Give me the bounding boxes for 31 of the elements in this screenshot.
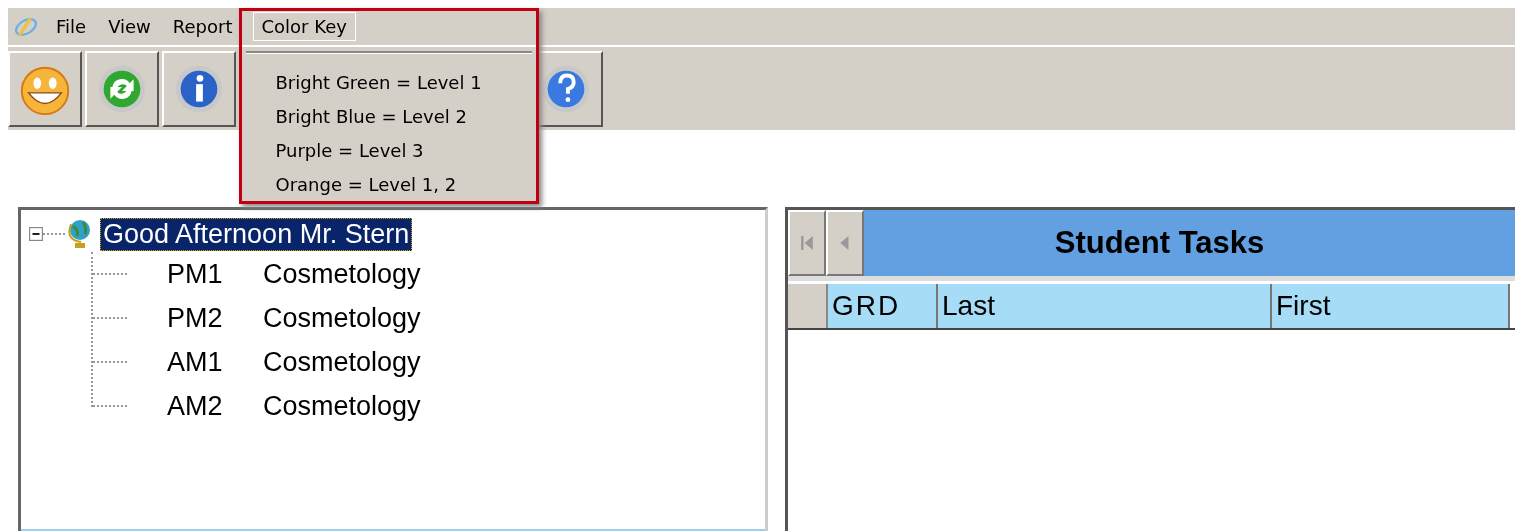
menu-item[interactable]: View — [100, 13, 159, 40]
info-button[interactable] — [162, 50, 236, 127]
class-name[interactable]: Cosmetology — [263, 258, 421, 290]
row-selector-header — [788, 284, 828, 328]
menu-entry[interactable]: Bright Blue = Level 2 — [241, 102, 536, 136]
column-header[interactable]: Last — [938, 284, 1272, 328]
globe-icon — [67, 218, 93, 250]
class-code[interactable]: PM2 — [167, 302, 263, 334]
grid-title: Student Tasks — [1054, 225, 1265, 261]
class-name[interactable]: Cosmetology — [263, 390, 421, 422]
class-name[interactable]: Cosmetology — [263, 302, 421, 334]
first-record-button[interactable] — [788, 210, 826, 276]
first-icon — [800, 233, 814, 253]
class-code[interactable]: PM1 — [167, 258, 263, 290]
previous-record-button[interactable] — [826, 210, 864, 276]
tree-root-label[interactable]: Good Afternoon Mr. Stern — [100, 217, 413, 251]
class-name[interactable]: Cosmetology — [263, 346, 421, 378]
smiley-button[interactable] — [8, 50, 82, 127]
menu-item[interactable]: Color Key — [252, 12, 356, 41]
class-code[interactable]: AM2 — [167, 390, 263, 422]
menu-entry[interactable]: Bright Green = Level 1 — [241, 68, 536, 102]
column-header[interactable]: GRD — [828, 284, 938, 328]
menu-item[interactable]: Report — [164, 13, 241, 40]
menu-item[interactable]: File — [48, 13, 95, 40]
previous-icon — [838, 233, 852, 253]
column-header[interactable]: First — [1272, 284, 1510, 328]
menu-entry[interactable]: Orange = Level 1, 2 — [241, 170, 536, 204]
collapse-icon[interactable] — [29, 227, 43, 241]
menu-entry[interactable]: Purple = Level 3 — [241, 136, 536, 170]
refresh-button[interactable] — [85, 50, 159, 127]
class-code[interactable]: AM1 — [167, 346, 263, 378]
